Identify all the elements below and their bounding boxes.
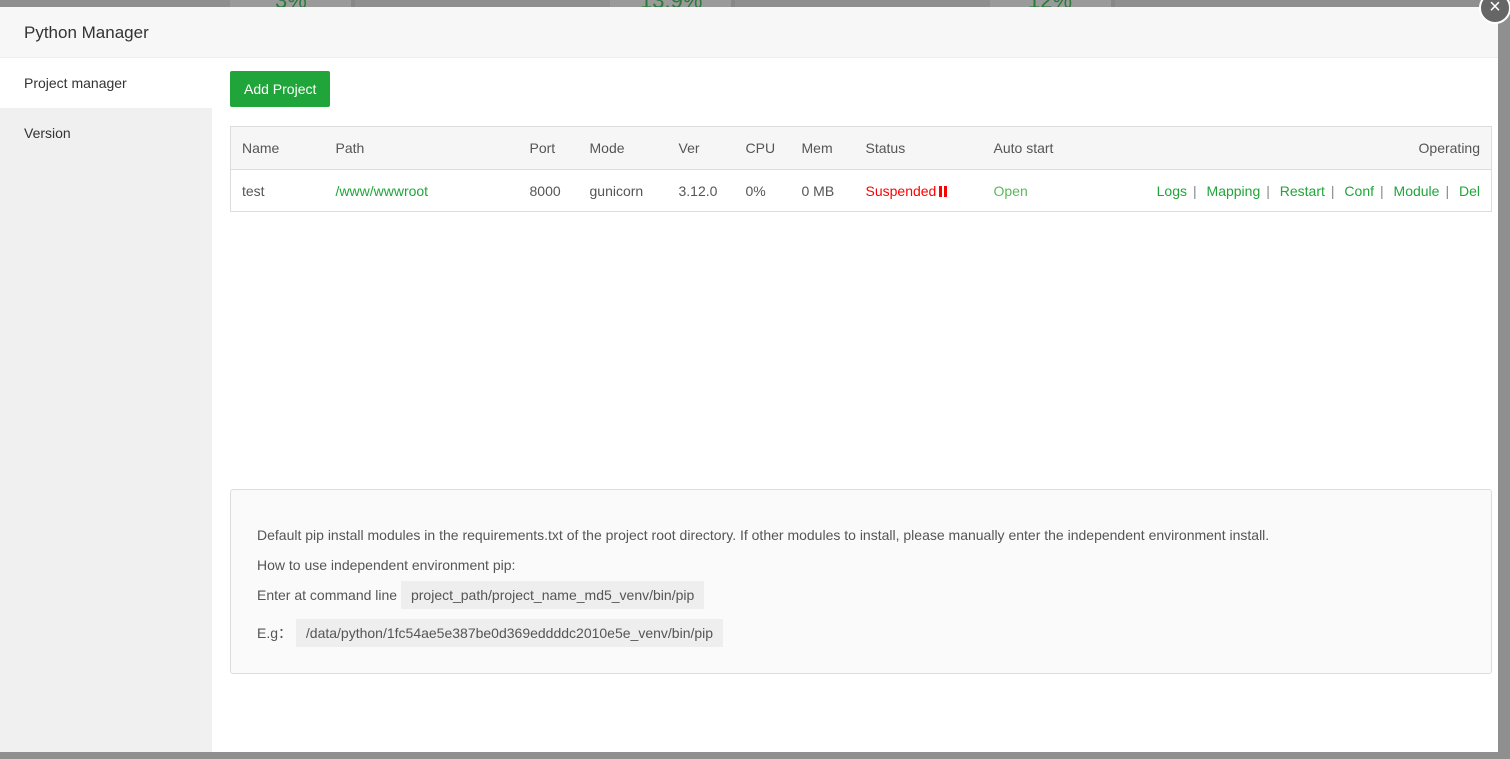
sidebar: Project manager Version	[0, 58, 212, 752]
pause-icon	[939, 185, 943, 197]
col-ver: Ver	[667, 126, 735, 170]
project-port: 8000	[529, 182, 561, 199]
add-project-button[interactable]: Add Project	[230, 71, 331, 107]
project-mode: gunicorn	[589, 182, 644, 199]
project-mem: 0 MB	[801, 182, 835, 199]
table-row: test /www/wwwroot 8000 gunicorn 3.12.0 0…	[231, 170, 1492, 212]
project-ver: 3.12.0	[678, 182, 718, 199]
project-path-link[interactable]: /www/wwwroot	[336, 183, 429, 199]
note-label: Enter at command line	[257, 587, 398, 603]
note-line: Default pip install modules in the requi…	[257, 527, 1270, 543]
sidebar-item-version[interactable]: Version	[0, 108, 212, 158]
note-label: E.g：	[257, 625, 293, 641]
project-name: test	[242, 182, 265, 199]
status-text: Suspended	[865, 182, 937, 199]
main-panel: Add Project Name Path Port Mode Ver CPU …	[230, 71, 1492, 212]
command-code: project_path/project_name_md5_venv/bin/p…	[400, 581, 705, 609]
conf-link[interactable]: Conf	[1344, 183, 1374, 199]
col-path: Path	[324, 126, 519, 170]
note-line: How to use independent environment pip:	[257, 557, 516, 573]
col-mode: Mode	[578, 126, 668, 170]
sidebar-item-project-manager[interactable]: Project manager	[0, 58, 212, 108]
example-code: /data/python/1fc54ae5e387be0d369eddddc20…	[295, 619, 724, 647]
col-name: Name	[230, 126, 325, 170]
module-link[interactable]: Module	[1394, 183, 1440, 199]
col-cpu: CPU	[734, 126, 791, 170]
col-operating: Operating	[1092, 126, 1492, 170]
col-port: Port	[518, 126, 579, 170]
pip-help-note: Default pip install modules in the requi…	[230, 489, 1492, 674]
col-auto-start: Auto start	[982, 126, 1093, 170]
del-link[interactable]: Del	[1459, 183, 1480, 199]
project-cpu: 0%	[745, 182, 766, 199]
mapping-link[interactable]: Mapping	[1207, 183, 1261, 199]
col-status: Status	[854, 126, 983, 170]
logs-link[interactable]: Logs	[1157, 183, 1187, 199]
projects-table: Name Path Port Mode Ver CPU Mem Status A…	[230, 126, 1492, 212]
dialog-title: Python Manager	[0, 7, 1498, 58]
restart-link[interactable]: Restart	[1280, 183, 1325, 199]
col-mem: Mem	[790, 126, 855, 170]
status-toggle[interactable]: Suspended	[866, 183, 943, 199]
auto-start-toggle[interactable]: Open	[994, 183, 1028, 199]
